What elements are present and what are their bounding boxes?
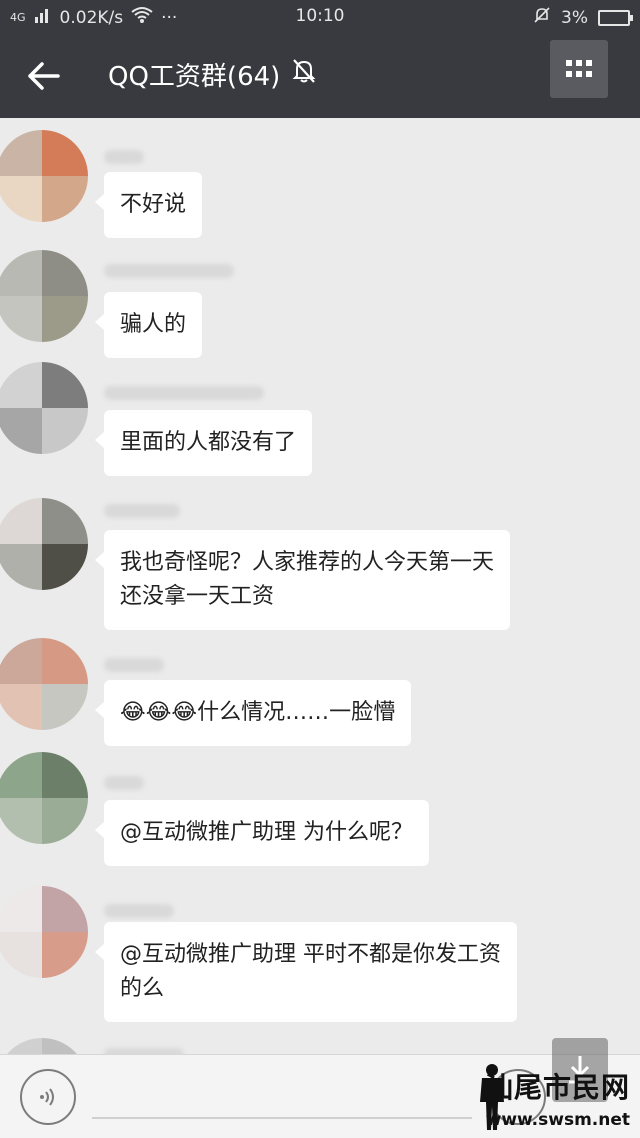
message-text: 什么情况……一脸懵	[197, 700, 396, 725]
watermark-url: www.swsm.net	[485, 1110, 630, 1130]
laugh-cry-emoji-icon: 😂😂😂	[120, 700, 198, 725]
avatar[interactable]	[0, 250, 88, 342]
message-bubble[interactable]: 不好说	[94, 172, 203, 238]
battery-percent: 3%	[561, 7, 588, 28]
battery-icon	[598, 9, 633, 26]
avatar[interactable]	[0, 638, 88, 730]
group-name: QQ工资群(64)	[108, 62, 281, 92]
sender-name-blurred	[104, 264, 234, 278]
sender-name-blurred	[104, 150, 144, 164]
sender-name-blurred	[104, 504, 180, 518]
chat-title: QQ工资群(64)	[108, 56, 316, 93]
status-bar: 4G 0.02K/s ··· 10:10 3%	[0, 0, 640, 34]
mute-bell-icon	[292, 58, 316, 91]
avatar[interactable]	[0, 130, 88, 222]
sender-name-blurred	[104, 904, 174, 918]
avatar[interactable]	[0, 362, 88, 454]
group-menu-icon[interactable]	[550, 40, 608, 98]
message-bubble[interactable]: 😂😂😂什么情况……一脸懵	[94, 680, 412, 746]
message-bubble[interactable]: @互动微推广助理 为什么呢？	[95, 800, 429, 866]
sender-name-blurred	[104, 658, 164, 672]
back-arrow-icon[interactable]	[24, 54, 64, 98]
message-bubble[interactable]: 骗人的	[94, 292, 203, 358]
message-bubble[interactable]: 我也奇怪呢？人家推荐的人今天第一天 还没拿一天工资	[94, 530, 511, 630]
avatar[interactable]	[0, 752, 88, 844]
message-bubble[interactable]: @互动微推广助理 平时不都是你发工资 的么	[95, 922, 517, 1022]
message-input[interactable]	[92, 1117, 472, 1119]
sender-name-blurred	[104, 386, 264, 400]
watermark-text: 汕尾市民网	[484, 1071, 630, 1104]
avatar[interactable]	[0, 886, 88, 978]
avatar[interactable]	[0, 498, 88, 590]
avatar[interactable]	[0, 1038, 88, 1054]
chat-header: QQ工资群(64)	[0, 34, 640, 118]
message-bubble[interactable]: 里面的人都没有了	[94, 410, 313, 476]
voice-icon[interactable]	[20, 1069, 76, 1125]
message-list[interactable]: 不好说 骗人的 里面的人都没有了 我也奇怪呢？人家推荐的人今天第一天 还没拿一天…	[0, 118, 640, 1054]
site-watermark: 汕尾市民网 www.swsm.net	[474, 1062, 634, 1132]
mute-status-icon	[533, 6, 551, 29]
sender-name-blurred	[104, 776, 144, 790]
